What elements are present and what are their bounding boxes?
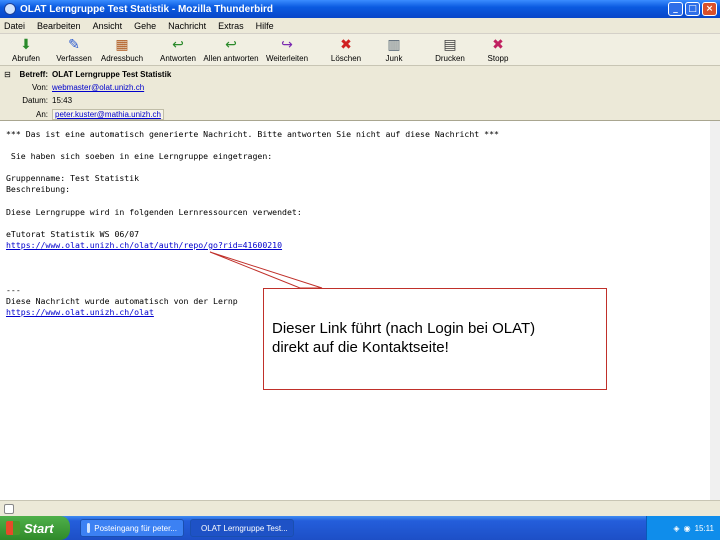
task-inbox[interactable]: Posteingang für peter... xyxy=(80,519,184,537)
callout-box: Dieser Link führt (nach Login bei OLAT) … xyxy=(263,288,607,390)
thunderbird-icon xyxy=(87,523,91,533)
callout-line: Dieser Link führt (nach Login bei OLAT) xyxy=(272,320,536,337)
taskbar: Start Posteingang für peter... OLAT Lern… xyxy=(0,516,720,540)
start-button[interactable]: Start xyxy=(0,516,70,540)
task-label: Posteingang für peter... xyxy=(94,523,177,533)
start-label: Start xyxy=(24,520,54,536)
windows-logo-icon xyxy=(6,521,20,535)
callout-line: direkt auf die Kontaktseite! xyxy=(272,339,449,356)
tray-icon[interactable]: ◈ xyxy=(673,524,679,533)
clock: 15:11 xyxy=(694,523,714,533)
status-bar xyxy=(0,500,720,516)
task-label: OLAT Lerngruppe Test... xyxy=(201,523,288,533)
online-status-icon[interactable] xyxy=(4,504,14,514)
callout-pointer xyxy=(209,251,323,289)
tray-icon[interactable]: ◉ xyxy=(684,524,691,533)
system-tray: ◈ ◉ 15:11 xyxy=(646,516,720,540)
task-message[interactable]: OLAT Lerngruppe Test... xyxy=(190,519,294,537)
